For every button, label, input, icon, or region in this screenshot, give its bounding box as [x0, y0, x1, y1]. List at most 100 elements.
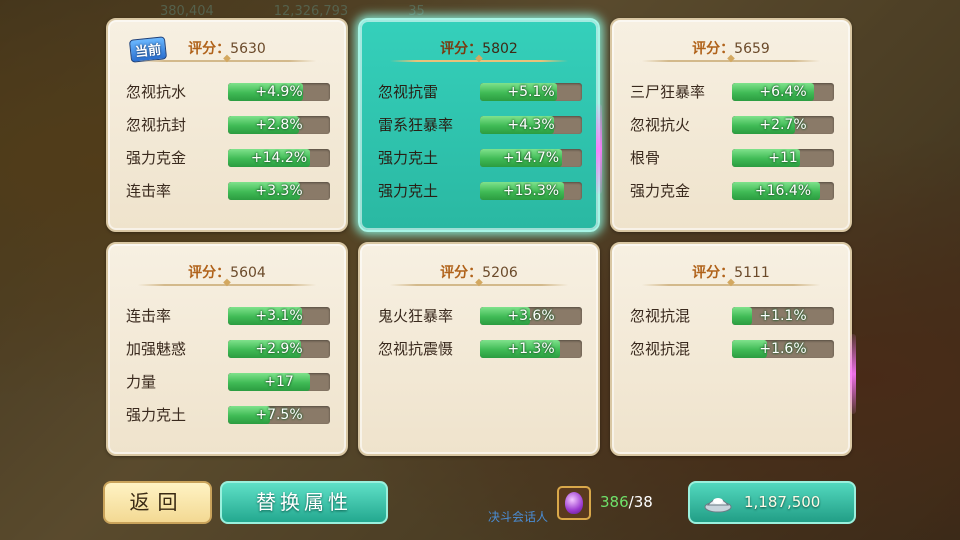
- attr-value: +16.4%: [754, 183, 812, 199]
- card-divider: [138, 60, 316, 62]
- attr-name: 强力克土: [378, 182, 439, 200]
- attr-bar: +14.2%: [228, 149, 330, 167]
- score-value: 5604: [230, 265, 266, 281]
- sparkle-effect: [850, 334, 856, 414]
- attr-row: 忽视抗混 +1.1%: [630, 306, 836, 326]
- attr-row: 强力克金 +16.4%: [630, 181, 836, 201]
- attr-value: +7.5%: [255, 407, 303, 423]
- attribute-card-5[interactable]: 评分：5206 鬼火狂暴率+3.6% 忽视抗震慑+1.3%: [358, 242, 600, 456]
- gem-need: /38: [628, 493, 653, 511]
- score-value: 5802: [482, 41, 518, 57]
- attr-name: 根骨: [630, 149, 661, 167]
- attr-value: +3.1%: [255, 308, 303, 324]
- attr-name: 雷系狂暴率: [378, 116, 454, 134]
- attr-row: 加强魅惑 +2.9%: [126, 339, 332, 359]
- attr-bar: +6.4%: [732, 83, 834, 101]
- attr-bar: +4.9%: [228, 83, 330, 101]
- attr-name: 加强魅惑: [126, 340, 187, 358]
- attr-name: 连击率: [126, 307, 172, 325]
- attr-row: 强力克土 +7.5%: [126, 405, 332, 425]
- attribute-options-panel: 当前 评分：5630 忽视抗水+4.9% 忽视抗封+2.8% 强力克金+14.2…: [100, 14, 864, 466]
- attr-row: 三尸狂暴率 +6.4%: [630, 82, 836, 102]
- attr-bar: +3.1%: [228, 307, 330, 325]
- attr-name: 强力克土: [126, 406, 187, 424]
- attr-row: 力量 +17: [126, 372, 332, 392]
- attr-name: 连击率: [126, 182, 172, 200]
- attr-bar: +3.3%: [228, 182, 330, 200]
- attr-bar: +4.3%: [480, 116, 582, 134]
- attr-row: 忽视抗混 +1.6%: [630, 339, 836, 359]
- card-divider: [390, 284, 568, 286]
- attr-bar: +1.3%: [480, 340, 582, 358]
- attr-value: +6.4%: [759, 84, 807, 100]
- card-divider: [138, 284, 316, 286]
- attr-value: +4.9%: [255, 84, 303, 100]
- attr-bar: +2.9%: [228, 340, 330, 358]
- attr-row: 雷系狂暴率 +4.3%: [378, 115, 584, 135]
- attr-bar: +2.8%: [228, 116, 330, 134]
- attr-name: 力量: [126, 373, 157, 391]
- attr-bar: +16.4%: [732, 182, 834, 200]
- attr-value: +15.3%: [502, 183, 560, 199]
- attr-row: 鬼火狂暴率 +3.6%: [378, 306, 584, 326]
- attribute-card-1[interactable]: 当前 评分：5630 忽视抗水+4.9% 忽视抗封+2.8% 强力克金+14.2…: [106, 18, 348, 232]
- sparkle-effect: [596, 104, 602, 194]
- gem-count: 386/38: [600, 493, 653, 511]
- attr-name: 忽视抗混: [630, 307, 691, 325]
- card-divider: [390, 60, 568, 62]
- attr-name: 强力克金: [126, 149, 187, 167]
- attr-row: 忽视抗震慑 +1.3%: [378, 339, 584, 359]
- attr-value: +17: [264, 374, 294, 390]
- attr-bar: +1.1%: [732, 307, 834, 325]
- back-button[interactable]: 返回: [103, 481, 212, 524]
- attr-name: 忽视抗火: [630, 116, 691, 134]
- attr-value: +2.7%: [759, 117, 807, 133]
- attr-row: 强力克土 +15.3%: [378, 181, 584, 201]
- attr-bar: +5.1%: [480, 83, 582, 101]
- attr-value: +3.3%: [255, 183, 303, 199]
- attr-name: 忽视抗水: [126, 83, 187, 101]
- attr-bar: +11: [732, 149, 834, 167]
- attr-value: +14.2%: [250, 150, 308, 166]
- card-divider: [642, 60, 820, 62]
- attr-value: +14.7%: [502, 150, 560, 166]
- attribute-card-2[interactable]: 评分：5802 忽视抗雷+5.1% 雷系狂暴率+4.3% 强力克土+14.7% …: [358, 18, 600, 232]
- attr-row: 忽视抗水 +4.9%: [126, 82, 332, 102]
- score-value: 5630: [230, 41, 266, 57]
- attribute-card-4[interactable]: 评分：5604 连击率+3.1% 加强魅惑+2.9% 力量+17 强力克土+7.…: [106, 242, 348, 456]
- attr-value: +1.3%: [507, 341, 555, 357]
- attr-value: +2.8%: [255, 117, 303, 133]
- purple-gem-icon: [565, 492, 583, 514]
- silver-balance[interactable]: 1,187,500: [688, 481, 856, 524]
- attr-name: 强力克土: [378, 149, 439, 167]
- attribute-card-6[interactable]: 评分：5111 忽视抗混+1.1% 忽视抗混+1.6%: [610, 242, 852, 456]
- gem-item-slot[interactable]: [557, 486, 591, 520]
- attr-bar: +1.6%: [732, 340, 834, 358]
- score-value: 5659: [734, 41, 770, 57]
- attr-name: 忽视抗雷: [378, 83, 439, 101]
- card-divider: [642, 284, 820, 286]
- attr-row: 连击率 +3.1%: [126, 306, 332, 326]
- attr-value: +11: [768, 150, 798, 166]
- silver-amount: 1,187,500: [744, 493, 821, 511]
- replace-attributes-button[interactable]: 替换属性: [220, 481, 388, 524]
- attr-row: 强力克土 +14.7%: [378, 148, 584, 168]
- attr-name: 忽视抗震慑: [378, 340, 454, 358]
- attribute-card-3[interactable]: 评分：5659 三尸狂暴率+6.4% 忽视抗火+2.7% 根骨+11 强力克金+…: [610, 18, 852, 232]
- attr-value: +5.1%: [507, 84, 555, 100]
- attr-row: 忽视抗雷 +5.1%: [378, 82, 584, 102]
- background-caption: 决斗会话人: [488, 510, 549, 524]
- attr-value: +3.6%: [507, 308, 555, 324]
- attr-name: 忽视抗封: [126, 116, 187, 134]
- attr-value: +1.6%: [759, 341, 807, 357]
- attr-row: 连击率 +3.3%: [126, 181, 332, 201]
- score-value: 5111: [734, 265, 770, 281]
- attr-name: 鬼火狂暴率: [378, 307, 454, 325]
- score-value: 5206: [482, 265, 518, 281]
- attr-name: 强力克金: [630, 182, 691, 200]
- gem-have: 386: [600, 493, 629, 511]
- attr-row: 根骨 +11: [630, 148, 836, 168]
- attr-name: 三尸狂暴率: [630, 83, 706, 101]
- attr-value: +4.3%: [507, 117, 555, 133]
- attr-bar: +7.5%: [228, 406, 330, 424]
